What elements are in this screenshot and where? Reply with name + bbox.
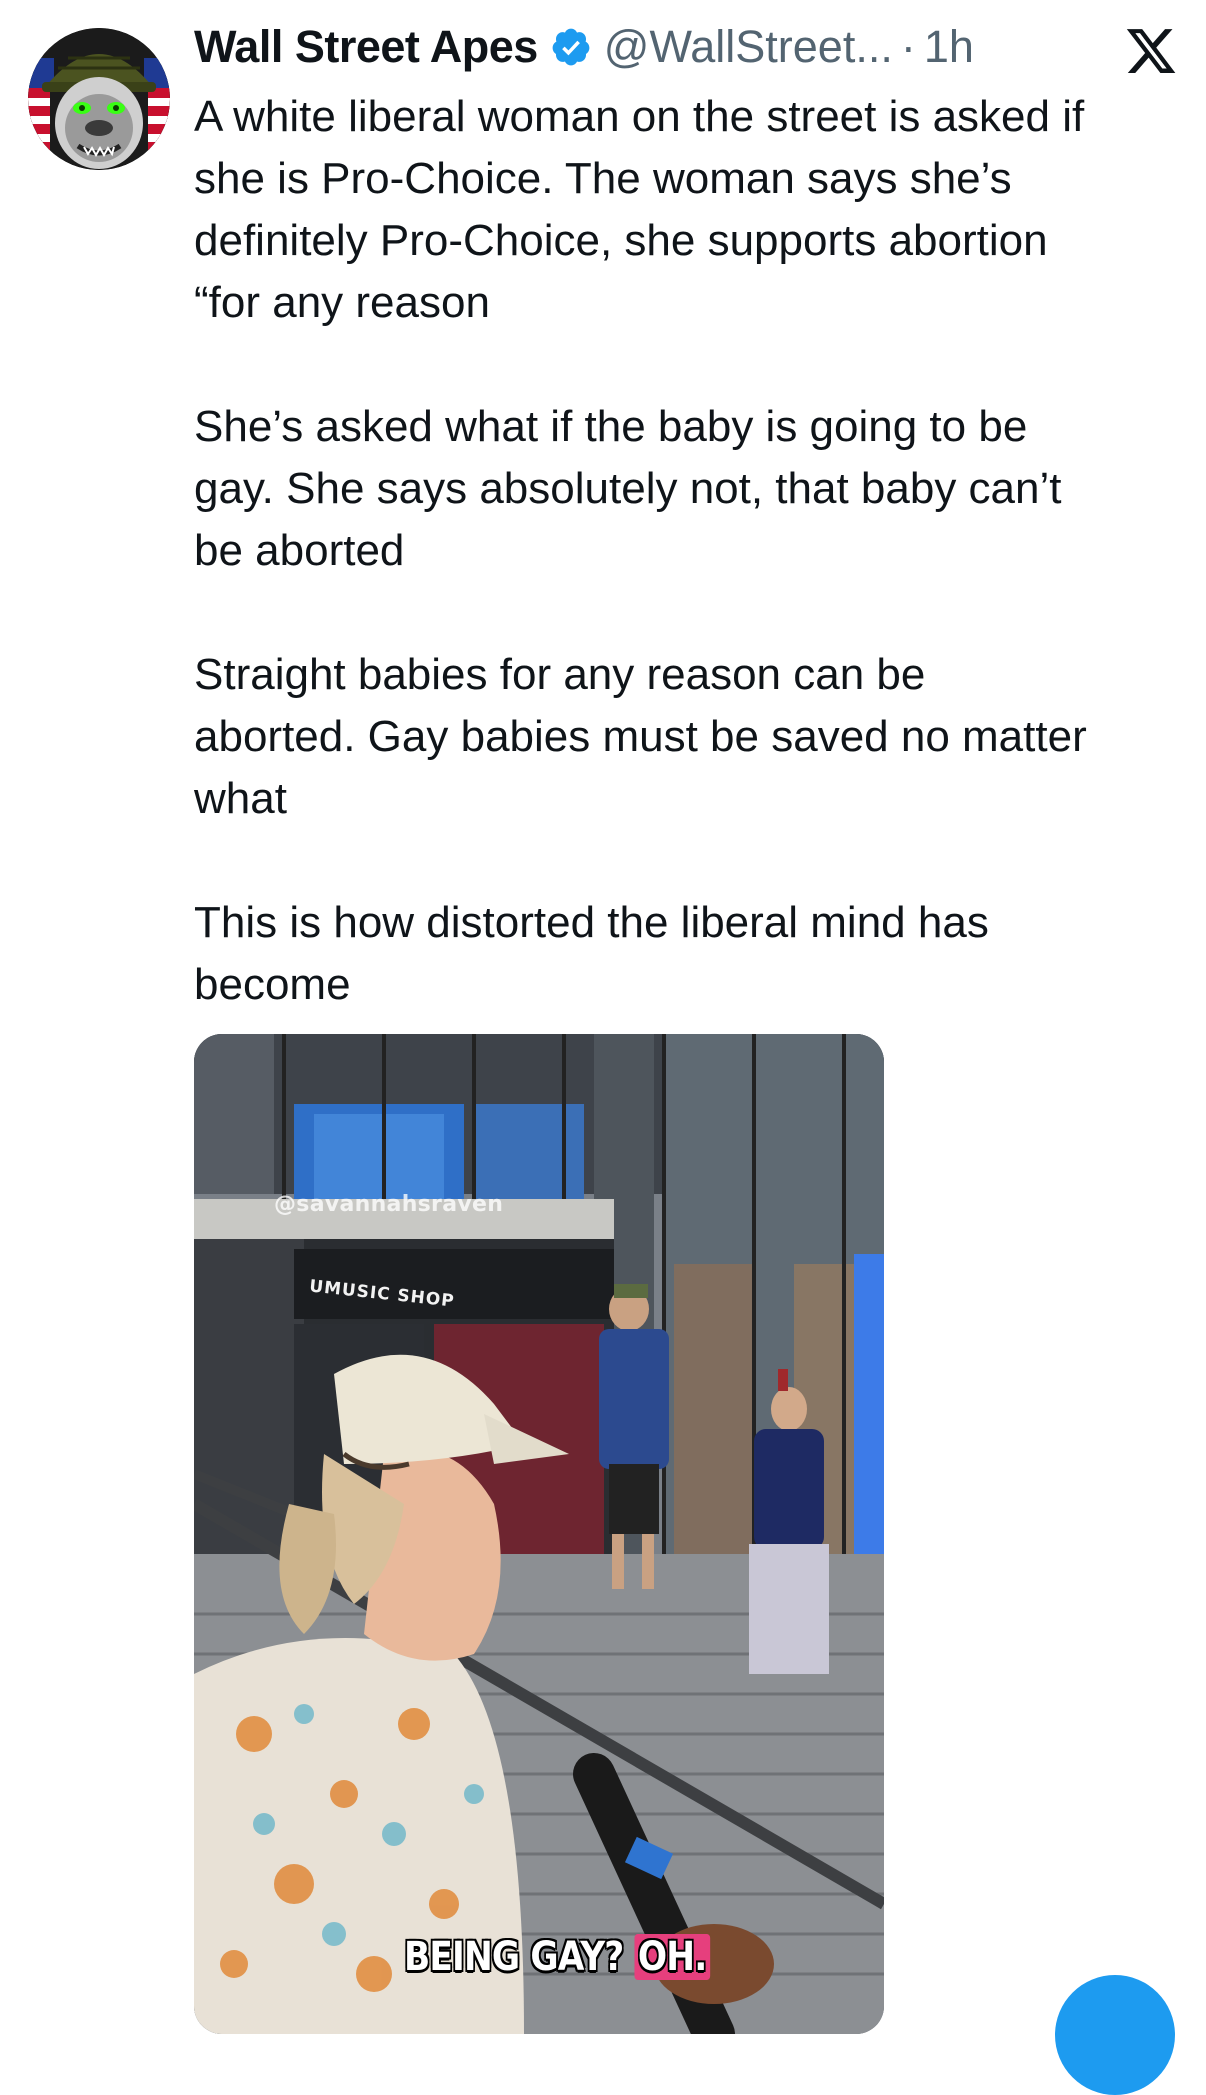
author-avatar[interactable] xyxy=(28,28,170,170)
text-line: This is how distorted the liberal mind h… xyxy=(194,898,989,947)
gorilla-soldier-avatar-icon xyxy=(28,28,170,170)
author-handle[interactable]: @WallStreet... xyxy=(604,21,893,73)
text-line: gay. She says absolutely not, that baby … xyxy=(194,464,1062,513)
video-watermark: @savannahsraven xyxy=(274,1192,504,1217)
text-line: aborted. Gay babies must be saved no mat… xyxy=(194,712,1087,761)
tweet-paragraph: She’s asked what if the baby is going to… xyxy=(194,396,1194,582)
text-line: A white liberal woman on the street is a… xyxy=(194,92,1085,141)
tweet[interactable]: Wall Street Apes @WallStreet... · 1h A w… xyxy=(0,0,1206,2095)
text-line: definitely Pro-Choice, she supports abor… xyxy=(194,216,1048,265)
tweet-paragraph: A white liberal woman on the street is a… xyxy=(194,86,1194,334)
x-logo-icon xyxy=(1126,29,1176,73)
text-line: “for any reason xyxy=(194,278,490,327)
author-display-name[interactable]: Wall Street Apes xyxy=(194,21,538,73)
verified-badge-icon[interactable] xyxy=(550,26,592,68)
text-line: She’s asked what if the baby is going to… xyxy=(194,402,1028,451)
caption-highlight: OH. xyxy=(634,1934,710,1980)
tweet-text: A white liberal woman on the street is a… xyxy=(194,86,1194,1016)
tweet-header: Wall Street Apes @WallStreet... · 1h xyxy=(194,16,974,78)
text-line: she is Pro-Choice. The woman says she’s xyxy=(194,154,1012,203)
text-line: Straight babies for any reason can be xyxy=(194,650,926,699)
tweet-paragraph: Straight babies for any reason can be ab… xyxy=(194,644,1194,830)
tweet-paragraph: This is how distorted the liberal mind h… xyxy=(194,892,1194,1016)
text-line: become xyxy=(194,960,351,1009)
compose-button[interactable] xyxy=(1055,1975,1175,2095)
text-line: what xyxy=(194,774,287,823)
caption-text: BEING GAY? xyxy=(404,1934,624,1980)
tweet-timestamp[interactable]: 1h xyxy=(924,21,974,73)
text-line: be aborted xyxy=(194,526,405,575)
tweet-video[interactable]: @savannahsraven UMUSIC SHOP BEING GAY? O… xyxy=(194,1034,884,2034)
video-frame xyxy=(194,1034,884,2034)
header-separator: · xyxy=(900,21,916,72)
video-caption: BEING GAY? OH. xyxy=(404,1934,710,1980)
